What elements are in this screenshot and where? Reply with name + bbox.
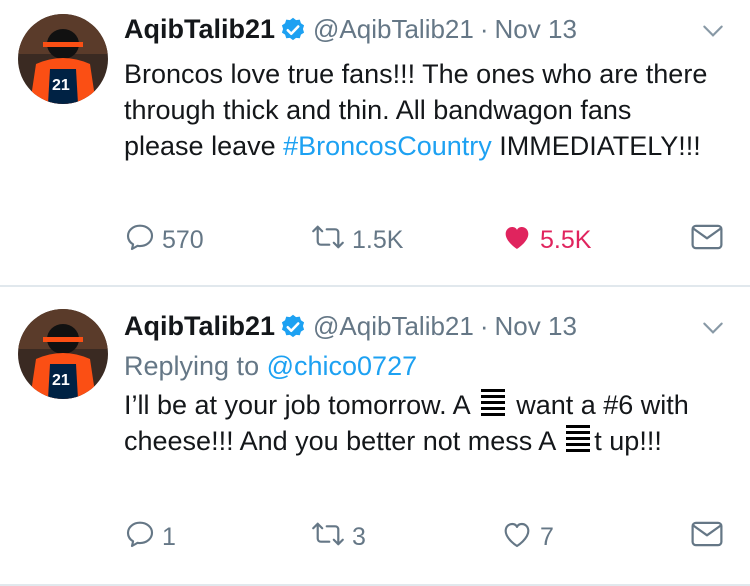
tweet-actions: 1 3 7 — [124, 517, 730, 557]
svg-text:21: 21 — [52, 77, 70, 94]
censor-bar-icon — [480, 389, 505, 419]
tweet-actions: 570 1.5K 5.5K — [124, 220, 730, 260]
hashtag-link[interactable]: #BroncosCountry — [283, 131, 492, 161]
heart-icon — [500, 518, 540, 557]
avatar[interactable]: 21 — [18, 14, 108, 104]
replying-label: Replying to — [124, 351, 267, 381]
direct-message-icon — [690, 222, 730, 259]
tweet[interactable]: 21 AqibTalib21 @AqibTalib21 · Nov 13 Replyi… — [0, 289, 750, 586]
reply-icon — [124, 518, 162, 557]
direct-message-button[interactable] — [690, 517, 730, 557]
reply-icon — [124, 221, 162, 260]
like-count: 5.5K — [540, 225, 592, 254]
like-button[interactable]: 7 — [500, 517, 554, 557]
reply-count: 570 — [162, 225, 204, 254]
direct-message-icon — [690, 519, 730, 556]
separator: · — [479, 14, 489, 44]
retweet-count: 3 — [352, 522, 366, 551]
tweet-header: AqibTalib21 @AqibTalib21 · Nov 13 — [124, 311, 726, 347]
tweet-header: AqibTalib21 @AqibTalib21 · Nov 13 — [124, 14, 726, 50]
replying-to: Replying to @chico0727 — [124, 351, 417, 382]
chevron-down-icon[interactable] — [700, 18, 726, 44]
tweet-text: Broncos love true fans!!! The ones who a… — [124, 56, 710, 164]
like-button[interactable]: 5.5K — [500, 220, 591, 260]
like-count: 7 — [540, 522, 554, 551]
reply-button[interactable]: 570 — [124, 220, 204, 260]
reply-button[interactable]: 1 — [124, 517, 176, 557]
tweet-text: I’ll be at your job tomorrow. A want a #… — [124, 387, 710, 459]
retweet-button[interactable]: 1.5K — [310, 220, 403, 260]
tweet-text-part: t up!!! — [594, 426, 662, 456]
tweet-text-part: I’ll be at your job tomorrow. A — [124, 390, 477, 420]
chevron-down-icon[interactable] — [700, 315, 726, 341]
tweet[interactable]: 21 AqibTalib21 @AqibTalib21 · Nov 13 Bronco… — [0, 0, 750, 287]
heart-icon — [500, 221, 540, 260]
verified-badge-icon — [279, 16, 307, 44]
reply-count: 1 — [162, 522, 176, 551]
avatar[interactable]: 21 — [18, 309, 108, 399]
timestamp[interactable]: Nov 13 — [495, 311, 577, 341]
mention-link[interactable]: @chico0727 — [267, 351, 418, 381]
user-handle[interactable]: @AqibTalib21 — [313, 14, 474, 44]
retweet-button[interactable]: 3 — [310, 517, 366, 557]
retweet-count: 1.5K — [352, 225, 404, 254]
tweet-text-part: IMMEDIATELY!!! — [491, 131, 701, 161]
timestamp[interactable]: Nov 13 — [495, 14, 577, 44]
display-name[interactable]: AqibTalib21 — [124, 311, 275, 341]
separator: · — [479, 311, 489, 341]
retweet-icon — [310, 221, 352, 260]
display-name[interactable]: AqibTalib21 — [124, 14, 275, 44]
svg-text:21: 21 — [52, 372, 70, 389]
retweet-icon — [310, 518, 352, 557]
user-handle[interactable]: @AqibTalib21 — [313, 311, 474, 341]
censor-bar-icon — [566, 425, 591, 455]
verified-badge-icon — [279, 313, 307, 341]
direct-message-button[interactable] — [690, 220, 730, 260]
